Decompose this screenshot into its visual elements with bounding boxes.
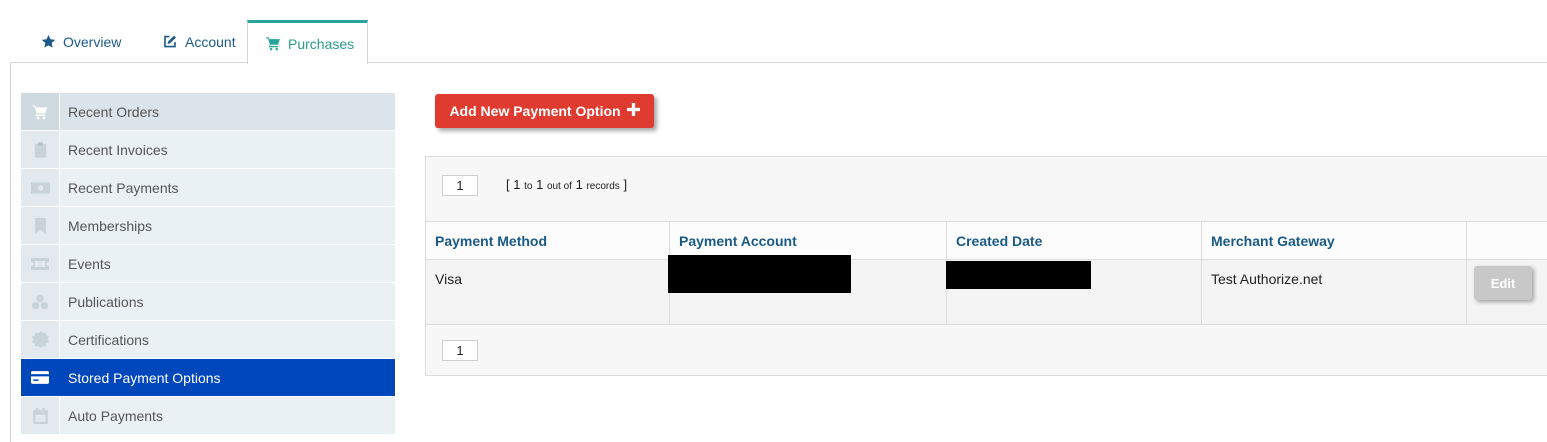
cell-payment-method: Visa <box>425 259 670 325</box>
sidebar-item-certifications[interactable]: Certifications <box>21 321 395 359</box>
ticket-icon <box>21 245 60 282</box>
pager-from: 1 <box>513 177 521 192</box>
credit-card-icon <box>21 359 60 396</box>
plus-icon <box>626 100 640 120</box>
sidebar-item-label: Memberships <box>68 217 153 234</box>
clipboard-icon <box>21 131 60 168</box>
redacted-date <box>946 261 1091 289</box>
tab-account[interactable]: Account <box>132 20 247 63</box>
sidebar-item-label: Auto Payments <box>68 407 163 424</box>
sidebar-item-memberships[interactable]: Memberships <box>21 207 395 245</box>
cubes-icon <box>21 283 60 320</box>
cell-merchant-gateway: Test Authorize.net <box>1201 259 1467 325</box>
sidebar-item-publications[interactable]: Publications <box>21 283 395 321</box>
tab-label: Overview <box>63 33 122 50</box>
column-header[interactable]: Payment Method <box>425 221 670 260</box>
pager-out-of-word: out of <box>546 181 572 192</box>
sidebar-item-label: Recent Payments <box>68 179 179 196</box>
page-button[interactable]: 1 <box>442 340 478 361</box>
cart-icon <box>21 93 60 130</box>
sidebar-nav: Recent Orders Recent Invoices Recent Pay… <box>21 93 395 435</box>
sidebar-item-recent-orders[interactable]: Recent Orders <box>21 93 395 131</box>
certificate-icon <box>21 321 60 358</box>
sidebar-item-label: Publications <box>68 293 144 310</box>
pager-to-word: to <box>524 181 533 192</box>
sidebar-item-recent-payments[interactable]: Recent Payments <box>21 169 395 207</box>
pager-total: 1 <box>575 177 583 192</box>
money-icon <box>21 169 60 206</box>
tab-label: Account <box>185 33 236 50</box>
edit-button[interactable]: Edit <box>1474 266 1532 300</box>
pager-bracket: [ <box>506 177 510 192</box>
add-payment-option-button[interactable]: Add New Payment Option <box>435 94 654 128</box>
sidebar-item-label: Stored Payment Options <box>68 369 221 386</box>
column-header[interactable]: Created Date <box>946 221 1202 260</box>
star-icon <box>41 34 56 49</box>
cart-icon <box>265 36 281 51</box>
pager-records-word: records <box>586 181 620 192</box>
column-header <box>1466 221 1547 260</box>
sidebar-item-auto-payments[interactable]: Auto Payments <box>21 397 395 435</box>
edit-icon <box>162 34 178 49</box>
sidebar-item-recent-invoices[interactable]: Recent Invoices <box>21 131 395 169</box>
column-header[interactable]: Payment Account <box>669 221 947 260</box>
bookmark-icon <box>21 207 60 244</box>
tab-bar: Overview Account Purchases <box>10 20 368 64</box>
pager-info: [ 1 to 1 out of 1 records ] <box>506 177 627 192</box>
column-header[interactable]: Merchant Gateway <box>1201 221 1467 260</box>
calendar-icon <box>21 397 60 434</box>
tab-label: Purchases <box>288 35 355 52</box>
button-label: Add New Payment Option <box>449 103 621 119</box>
page-button[interactable]: 1 <box>442 175 478 196</box>
panel-border <box>10 62 11 442</box>
sidebar-item-label: Events <box>68 255 111 272</box>
sidebar-item-label: Certifications <box>68 331 149 348</box>
sidebar-item-stored-payment-options[interactable]: Stored Payment Options <box>21 359 395 397</box>
tab-divider <box>10 62 1547 63</box>
sidebar-item-events[interactable]: Events <box>21 245 395 283</box>
sidebar-item-label: Recent Orders <box>68 103 160 120</box>
pager-to: 1 <box>536 177 544 192</box>
table-header-row: Payment Method Payment Account Created D… <box>425 221 1547 260</box>
sidebar-item-label: Recent Invoices <box>68 141 168 158</box>
redacted-account <box>668 255 851 293</box>
tab-overview[interactable]: Overview <box>10 20 132 63</box>
tab-purchases[interactable]: Purchases <box>247 20 368 64</box>
pager-bracket: ] <box>623 177 628 192</box>
